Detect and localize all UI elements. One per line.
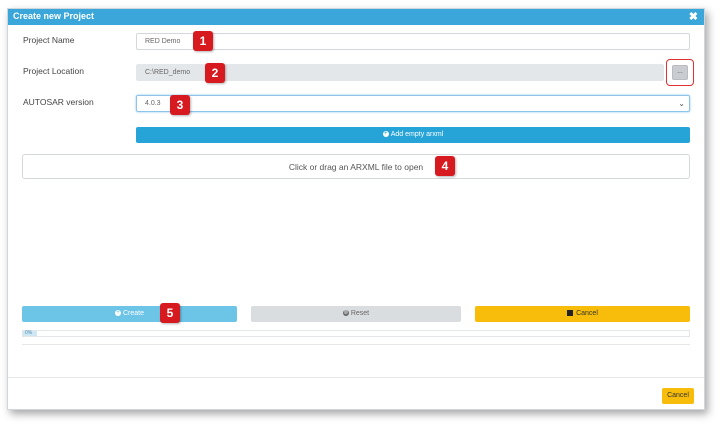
footer-cancel-button[interactable]: Cancel xyxy=(662,388,694,404)
chevron-down-icon: ⌄ xyxy=(678,99,685,108)
cancel-label: Cancel xyxy=(576,310,598,317)
project-location-label: Project Location xyxy=(23,66,84,76)
plus-circle-icon: + xyxy=(114,310,121,317)
cancel-button[interactable]: Cancel xyxy=(475,306,690,322)
project-name-label: Project Name xyxy=(23,35,75,45)
close-icon[interactable]: ✖ xyxy=(689,10,698,23)
reset-button[interactable]: ⊗ Reset xyxy=(251,306,461,322)
callout-badge-4: 4 xyxy=(435,156,455,176)
callout-badge-1: 1 xyxy=(193,31,213,51)
project-name-input[interactable]: RED Demo xyxy=(136,33,690,50)
callout-badge-3: 3 xyxy=(170,95,190,115)
reset-circle-icon: ⊗ xyxy=(342,310,349,317)
dialog-titlebar: Create new Project ✖ xyxy=(8,9,704,25)
create-label: Create xyxy=(122,310,144,317)
progress-divider xyxy=(22,344,690,345)
browse-button[interactable]: ... xyxy=(672,65,688,80)
autosar-version-label: AUTOSAR version xyxy=(23,97,94,107)
dropzone-text: Click or drag an ARXML file to open xyxy=(288,162,424,172)
callout-badge-2: 2 xyxy=(205,63,225,83)
dialog-title: Create new Project xyxy=(13,11,95,21)
progress-bar: 0% xyxy=(22,330,690,337)
progress-label: 0% xyxy=(25,330,33,336)
plus-circle-icon: + xyxy=(382,131,389,138)
add-empty-arxml-label: Add empty arxml xyxy=(390,131,444,138)
autosar-version-select[interactable]: 4.0.3 ⌄ xyxy=(136,95,690,112)
stop-square-icon xyxy=(567,310,574,317)
create-project-dialog: Create new Project ✖ Project Name RED De… xyxy=(7,8,705,410)
arxml-dropzone[interactable]: Click or drag an ARXML file to open xyxy=(22,154,690,179)
reset-label: Reset xyxy=(350,310,370,317)
callout-badge-5: 5 xyxy=(160,303,180,323)
add-empty-arxml-button[interactable]: + Add empty arxml xyxy=(136,127,690,143)
autosar-version-value: 4.0.3 xyxy=(145,100,161,107)
create-button[interactable]: + Create xyxy=(22,306,237,322)
footer-divider xyxy=(8,377,704,378)
